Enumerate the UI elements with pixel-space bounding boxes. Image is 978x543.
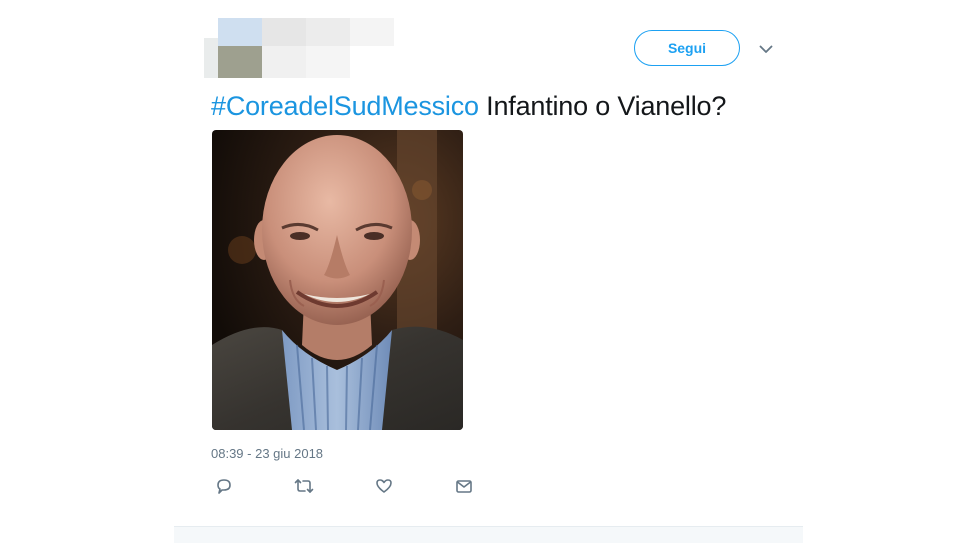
envelope-icon (455, 477, 473, 500)
tweet-actions (211, 477, 491, 499)
speech-bubble-icon (215, 477, 233, 500)
chevron-down-icon[interactable] (757, 40, 775, 58)
tweet-photo[interactable] (212, 130, 463, 430)
avatar[interactable] (218, 46, 262, 78)
reply-button[interactable] (213, 477, 235, 499)
blurred-user-header (200, 10, 400, 80)
hashtag-link[interactable]: #CoreadelSudMessico (211, 91, 479, 121)
follow-button[interactable]: Segui (634, 30, 740, 66)
tweet-timestamp[interactable]: 08:39 - 23 giu 2018 (211, 446, 323, 461)
tweet-page: Segui #CoreadelSudMessico Infantino o Vi… (0, 0, 978, 543)
tweet-footer-strip (174, 526, 803, 543)
portrait-image (212, 130, 463, 430)
retweet-icon (294, 477, 314, 500)
direct-message-button[interactable] (453, 477, 475, 499)
tweet-body: Infantino o Vianello? (478, 91, 727, 121)
retweet-button[interactable] (293, 477, 315, 499)
tweet-text: #CoreadelSudMessico Infantino o Vianello… (211, 88, 726, 124)
like-button[interactable] (373, 477, 395, 499)
heart-icon (375, 477, 393, 500)
